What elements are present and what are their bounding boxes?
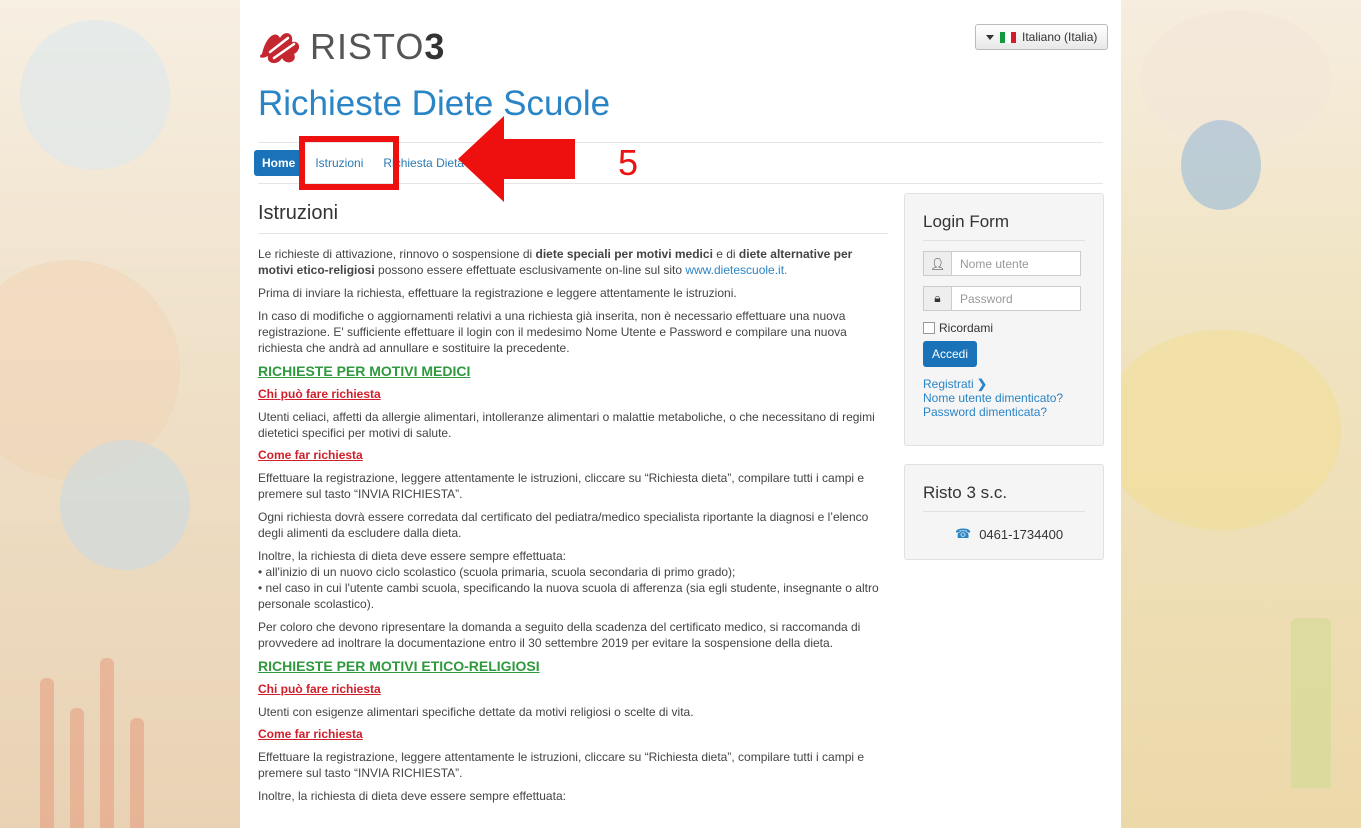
contact-phone: ☎ 0461-1734400 [905, 522, 1103, 542]
paragraph-certificate: Ogni richiesta dovrà essere corredata da… [258, 510, 869, 540]
login-title: Login Form [923, 212, 1009, 231]
language-label: Italiano (Italia) [1022, 30, 1098, 44]
paragraph-how-religious: Effettuare la registrazione, leggere att… [258, 750, 865, 780]
main-content: Istruzioni Le richieste di attivazione, … [258, 202, 888, 811]
page-heading: Istruzioni [258, 202, 888, 234]
username-input[interactable]: Nome utente [951, 251, 1081, 276]
intro-paragraph: Le richieste di attivazione, rinnovo o s… [258, 247, 853, 277]
phone-icon: ☎ [955, 526, 972, 541]
forgot-username-link[interactable]: Nome utente dimenticato? [923, 391, 1085, 405]
page-container: Italiano (Italia) RISTO3 Richieste Diete… [240, 0, 1121, 828]
language-selector[interactable]: Italiano (Italia) [975, 24, 1109, 50]
section-heading-religious[interactable]: RICHIESTE PER MOTIVI ETICO-RELIGIOSI [258, 658, 888, 674]
subheading-who-religious[interactable]: Chi può fare richiesta [258, 682, 888, 696]
paragraph-how-medical: Effettuare la registrazione, leggere att… [258, 471, 865, 501]
risto3-logo[interactable]: RISTO3 [258, 26, 445, 68]
paragraph-conditions: Inoltre, la richiesta di dieta deve esse… [258, 549, 879, 611]
paragraph-conditions-religious: Inoltre, la richiesta di dieta deve esse… [258, 789, 566, 803]
dietescuole-link[interactable]: www.dietescuole.it. [685, 263, 787, 277]
login-links: Registrati ❯ Nome utente dimenticato? Pa… [923, 377, 1085, 419]
logo-text: RISTO [310, 26, 425, 67]
contact-panel: Risto 3 s.c. ☎ 0461-1734400 [904, 464, 1104, 560]
background-right-illustration [1121, 0, 1361, 828]
nav-home[interactable]: Home [254, 150, 304, 176]
chevron-right-icon: ❯ [977, 377, 988, 391]
login-panel: Login Form 👤︎ Nome utente 🔒︎ Password Ri… [904, 193, 1104, 446]
remember-label: Ricordami [939, 321, 994, 335]
forgot-password-link[interactable]: Password dimenticata? [923, 405, 1085, 419]
italy-flag-icon [1000, 31, 1016, 43]
subheading-how-medical[interactable]: Come far richiesta [258, 448, 888, 462]
paragraph-deadline: Per coloro che devono ripresentare la do… [258, 620, 861, 650]
login-divider [923, 240, 1085, 241]
paragraph-modifications: In caso di modifiche o aggiornamenti rel… [258, 309, 847, 355]
phone-number[interactable]: 0461-1734400 [979, 527, 1063, 542]
password-input[interactable]: Password [951, 286, 1081, 311]
register-link[interactable]: Registrati ❯ [923, 377, 1085, 391]
remember-checkbox[interactable] [923, 322, 935, 334]
paragraph-who-religious: Utenti con esigenze alimentari specifich… [258, 705, 694, 719]
lock-icon: 🔒︎ [923, 286, 951, 311]
password-field[interactable]: 🔒︎ Password [923, 286, 1081, 311]
caret-down-icon [986, 34, 994, 40]
paragraph-who-medical: Utenti celiaci, affetti da allergie alim… [258, 410, 875, 440]
login-button[interactable]: Accedi [923, 341, 978, 367]
logo-number: 3 [424, 26, 446, 67]
contact-title: Risto 3 s.c. [923, 483, 1008, 502]
annotation-arrow-icon [458, 116, 575, 202]
annotation-number: 5 [618, 142, 639, 183]
logo-mark-icon [260, 33, 300, 64]
subheading-who-medical[interactable]: Chi può fare richiesta [258, 387, 888, 401]
subheading-how-religious[interactable]: Come far richiesta [258, 727, 888, 741]
username-field[interactable]: 👤︎ Nome utente [923, 251, 1081, 276]
background-left-illustration [0, 0, 240, 828]
section-heading-medical[interactable]: RICHIESTE PER MOTIVI MEDICI [258, 363, 888, 379]
annotation-highlight-box [299, 136, 399, 190]
paragraph-registration: Prima di inviare la richiesta, effettuar… [258, 286, 737, 300]
user-icon: 👤︎ [923, 251, 951, 276]
remember-me[interactable]: Ricordami [923, 321, 1085, 335]
contact-divider [923, 511, 1085, 512]
